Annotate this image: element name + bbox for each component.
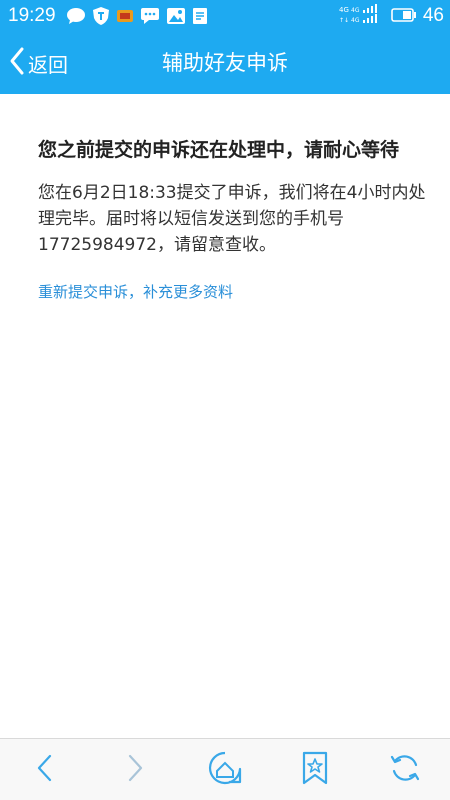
battery-icon bbox=[391, 7, 417, 26]
home-icon bbox=[207, 751, 243, 789]
shield-icon bbox=[92, 6, 110, 26]
status-message: 您在6月2日18:33提交了申诉，我们将在4小时内处理完毕。届时将以短信发送到您… bbox=[38, 183, 426, 255]
forward-arrow-button[interactable] bbox=[117, 752, 153, 788]
bottom-toolbar bbox=[0, 738, 450, 800]
svg-text:4G: 4G bbox=[339, 6, 349, 14]
chat-bubble-icon bbox=[66, 7, 86, 25]
refresh-button[interactable] bbox=[387, 752, 423, 788]
status-right: 4G 4G ↑↓ 4G 46 bbox=[339, 4, 444, 28]
back-arrow-icon bbox=[35, 753, 55, 787]
status-time: 19:29 bbox=[8, 5, 56, 26]
page-title: 辅助好友申诉 bbox=[162, 51, 288, 75]
document-icon bbox=[192, 7, 208, 25]
status-bar: 19:29 4G 4G ↑↓ 4G 46 bbox=[0, 0, 450, 32]
bookmark-icon bbox=[301, 751, 329, 789]
gallery-icon bbox=[166, 7, 186, 25]
resubmit-appeal-link[interactable]: 重新提交申诉，补充更多资料 bbox=[38, 281, 430, 303]
bookmark-button[interactable] bbox=[297, 751, 333, 789]
svg-text:4G: 4G bbox=[351, 17, 360, 24]
signal-icon: 4G 4G ↑↓ 4G bbox=[339, 4, 385, 28]
notification-badge-icon bbox=[116, 7, 134, 25]
svg-text:↑↓: ↑↓ bbox=[339, 17, 349, 24]
refresh-icon bbox=[389, 752, 421, 788]
main-content: 您之前提交的申诉还在处理中，请耐心等待 您在6月2日18:33提交了申诉，我们将… bbox=[38, 136, 430, 303]
back-arrow-button[interactable] bbox=[27, 752, 63, 788]
title-bar: 返回 辅助好友申诉 bbox=[0, 32, 450, 94]
forward-arrow-icon bbox=[125, 753, 145, 787]
battery-level: 46 bbox=[422, 5, 444, 26]
app-window: 19:29 4G 4G ↑↓ 4G 46 返回 辅助好友申诉 您之前提交的申诉还… bbox=[0, 0, 450, 800]
status-heading: 您之前提交的申诉还在处理中，请耐心等待 bbox=[38, 139, 400, 161]
notification-icons bbox=[66, 6, 208, 26]
sms-icon bbox=[140, 7, 160, 25]
svg-text:4G: 4G bbox=[351, 7, 360, 14]
home-button[interactable] bbox=[207, 751, 243, 789]
